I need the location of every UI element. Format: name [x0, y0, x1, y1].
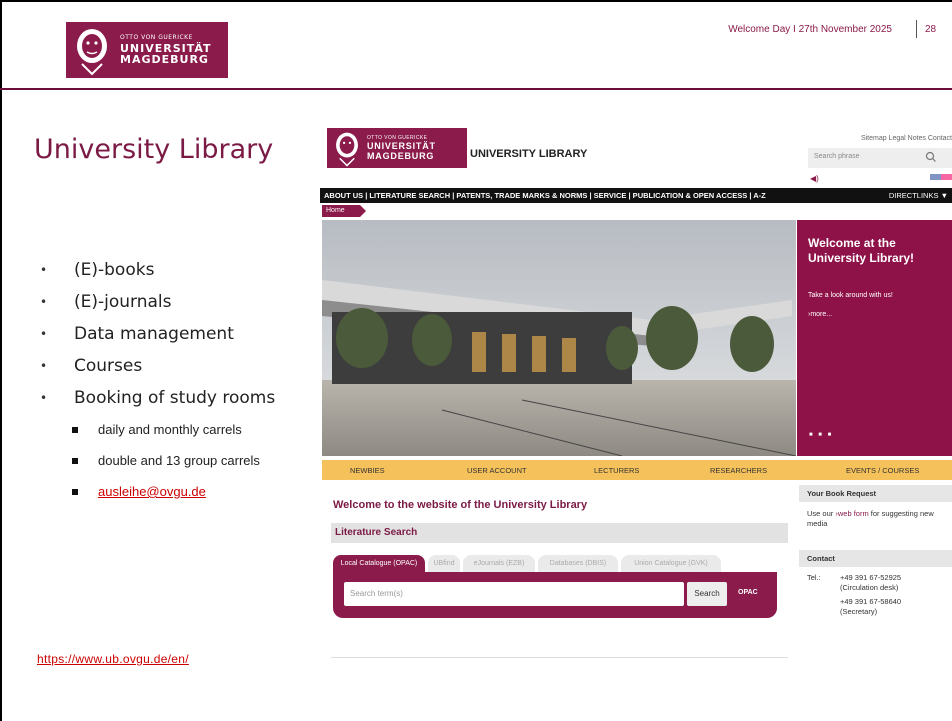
website-main-nav[interactable]: ABOUT US | LITERATURE SEARCH | PATENTS, … — [320, 188, 952, 203]
search-term-input[interactable]: Search term(s) — [344, 582, 684, 606]
book-request-title: Your Book Request — [799, 485, 952, 502]
website-search-field[interactable]: Search phrase — [808, 148, 952, 168]
slide-headline: Welcome Day I 27th November 2025 — [728, 24, 892, 35]
contact-phone-2: +49 391 67-58640 — [840, 597, 902, 606]
website-nav-text[interactable]: ABOUT US | LITERATURE SEARCH | PATENTS, … — [324, 191, 766, 200]
website-logo: OTTO VON GUERICKE UNIVERSITÄT MAGDEBURG — [327, 128, 467, 168]
bullet-dot-icon: • — [40, 359, 48, 373]
literature-search-title: Literature Search — [335, 527, 418, 538]
square-bullet-icon — [72, 458, 78, 464]
welcome-promo: Welcome at the University Library! Take … — [797, 220, 952, 456]
bullet-item: • Booking of study rooms — [40, 382, 330, 414]
bullet-text: Data management — [74, 324, 234, 344]
website-site-name: UNIVERSITY LIBRARY — [470, 148, 588, 160]
logo-line-1: OTTO VON GUERICKE — [120, 34, 193, 41]
page-number-divider — [916, 20, 917, 38]
contact-phone-1: +49 391 67-52925 — [840, 573, 902, 582]
audience-nav-item[interactable]: USER ACCOUNT — [467, 466, 527, 475]
sub-bullet-item: double and 13 group carrels — [40, 445, 330, 476]
tab-ejournals[interactable]: eJournals (EZB) — [463, 555, 535, 573]
sub-bullet-text: double and 13 group carrels — [98, 453, 260, 468]
email-link[interactable]: ausleihe@ovgu.de — [98, 484, 206, 499]
bullet-item: • (E)-books — [40, 254, 330, 286]
top-border — [0, 0, 952, 2]
tab-union-catalogue[interactable]: Union Catalogue (GVK) — [621, 555, 721, 573]
website-top-links[interactable]: Sitemap Legal Notes Contact — [861, 135, 952, 142]
tab-local-catalogue[interactable]: Local Catalogue (OPAC) — [333, 555, 425, 573]
bullet-item: • (E)-journals — [40, 286, 330, 318]
speaker-icon[interactable]: ◀) — [810, 174, 819, 183]
page-number: 28 — [925, 24, 937, 35]
carousel-dots-icon[interactable]: ■ ■ ■ — [809, 432, 833, 438]
slide-title: University Library — [34, 134, 274, 165]
opac-search-box: Search term(s) Search OPAC — [333, 572, 777, 618]
library-website-screenshot: OTTO VON GUERICKE UNIVERSITÄT MAGDEBURG … — [320, 125, 952, 660]
contact-title: Contact — [799, 550, 952, 567]
website-search-placeholder: Search phrase — [814, 153, 860, 160]
bullet-list: • (E)-books • (E)-journals • Data managemen… — [40, 254, 330, 507]
audience-nav-item[interactable]: NEWBIES — [350, 466, 385, 475]
contact-phone-1-note: (Circulation desk) — [840, 583, 899, 592]
promo-text: Take a look around with us! — [808, 292, 893, 299]
slide: OTTO VON GUERICKE UNIVERSITÄT MAGDEBURG … — [0, 0, 952, 721]
book-request-text: Use our ›web form for suggesting new med… — [807, 509, 947, 529]
website-welcome-heading: Welcome to the website of the University… — [333, 499, 588, 511]
university-logo: OTTO VON GUERICKE UNIVERSITÄT MAGDEBURG — [66, 22, 228, 78]
library-building-photo — [322, 220, 796, 456]
bullet-dot-icon: • — [40, 391, 48, 405]
bullet-item: • Courses — [40, 350, 330, 382]
tab-ubfind[interactable]: UBfind — [428, 555, 460, 573]
tab-databases[interactable]: Databases (DBIS) — [538, 555, 618, 573]
left-border — [0, 0, 2, 721]
content-divider — [331, 657, 788, 658]
promo-heading: Welcome at the University Library! — [808, 236, 915, 265]
sub-bullet-item: daily and monthly carrels — [40, 414, 330, 445]
bullet-dot-icon: • — [40, 263, 48, 277]
bullet-text: (E)-journals — [74, 292, 172, 312]
audience-nav-item[interactable]: LECTURERS — [594, 466, 639, 475]
contact-phone-2-note: (Secretary) — [840, 607, 878, 616]
search-button[interactable]: Search — [687, 582, 727, 606]
website-logo-line-2: UNIVERSITÄT — [367, 140, 436, 151]
book-request-pre: Use our — [807, 509, 836, 518]
square-bullet-icon — [72, 489, 78, 495]
directlinks-menu[interactable]: DIRECTLINKS ▼ — [889, 188, 948, 203]
guericke-portrait-icon — [66, 22, 118, 78]
search-icon[interactable] — [924, 150, 938, 164]
audience-nav-item[interactable]: EVENTS / COURSES — [846, 466, 919, 475]
header-divider — [0, 88, 952, 90]
bullet-dot-icon: • — [40, 327, 48, 341]
bullet-dot-icon: • — [40, 295, 48, 309]
website-logo-line-1: OTTO VON GUERICKE — [367, 134, 428, 141]
sub-bullet-text: daily and monthly carrels — [98, 422, 242, 437]
library-url-link[interactable]: https://www.ub.ovgu.de/en/ — [37, 652, 189, 666]
website-logo-line-3: MAGDEBURG — [367, 150, 435, 161]
sub-bullet-item: ausleihe@ovgu.de — [40, 476, 330, 507]
bullet-text: Courses — [74, 356, 143, 376]
contact-tel-label: Tel.: — [807, 573, 821, 582]
bullet-text: Booking of study rooms — [74, 388, 276, 408]
literature-search-header: Literature Search — [331, 523, 788, 543]
website-sidebar: Your Book Request Use our ›web form for … — [797, 483, 952, 660]
language-flags-icon[interactable] — [930, 174, 952, 180]
square-bullet-icon — [72, 427, 78, 433]
website-main-content: Welcome to the website of the University… — [322, 483, 796, 660]
logo-line-3: MAGDEBURG — [120, 53, 209, 66]
web-form-link[interactable]: ›web form — [835, 509, 868, 518]
bullet-item: • Data management — [40, 318, 330, 350]
audience-nav-item[interactable]: RESEARCHERS — [710, 466, 767, 475]
bullet-text: (E)-books — [74, 260, 155, 280]
guericke-portrait-icon — [327, 128, 367, 168]
website-breadcrumb[interactable]: Home — [322, 205, 366, 217]
opac-label: OPAC — [738, 589, 758, 596]
audience-nav: NEWBIES USER ACCOUNT LECTURERS RESEARCHE… — [322, 460, 952, 480]
promo-more-link[interactable]: ›more... — [808, 311, 832, 318]
